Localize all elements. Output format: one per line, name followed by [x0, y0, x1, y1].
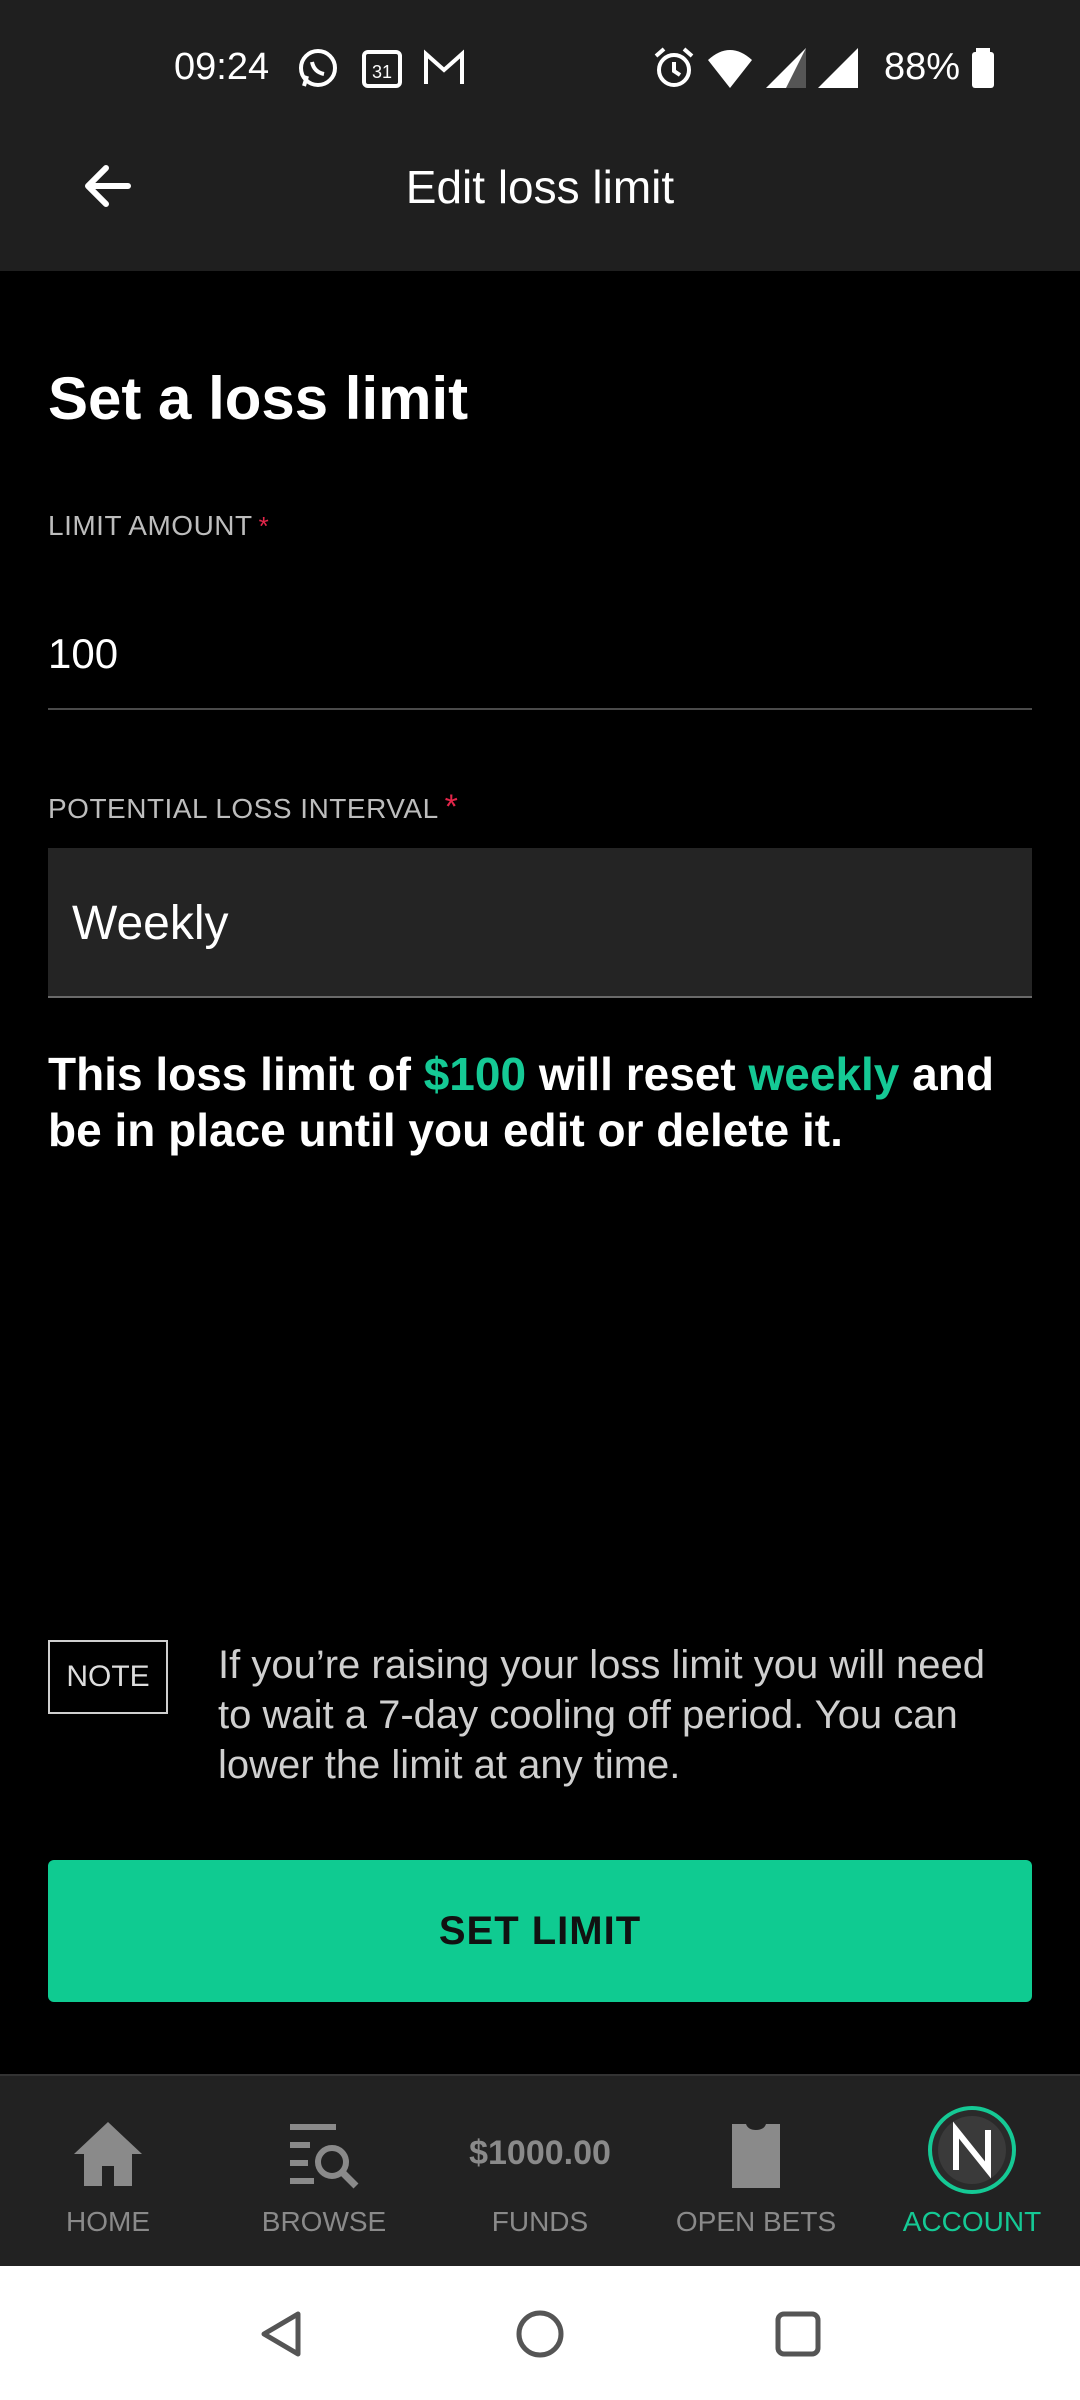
- home-icon: [74, 2122, 142, 2186]
- form-heading: Set a loss limit: [48, 365, 469, 432]
- required-asterisk: *: [258, 511, 270, 541]
- loss-interval-value: Weekly: [72, 897, 229, 950]
- summary-amount: $100: [423, 1048, 527, 1100]
- loss-interval-label-text: POTENTIAL LOSS INTERVAL: [48, 793, 439, 824]
- nav-account[interactable]: ACCOUNT: [864, 2074, 1080, 2266]
- summary-text-2: will reset: [526, 1048, 749, 1100]
- limit-amount-label: LIMIT AMOUNT *: [48, 510, 269, 542]
- system-recents-icon[interactable]: [770, 2306, 826, 2362]
- nav-funds-label: FUNDS: [491, 2206, 589, 2237]
- required-asterisk: *: [444, 788, 459, 826]
- nav-funds[interactable]: $1000.00 FUNDS: [432, 2074, 648, 2266]
- battery-percent: 88%: [884, 46, 961, 88]
- whatsapp-icon: [299, 49, 337, 87]
- nav-home[interactable]: HOME: [0, 2074, 216, 2266]
- signal-r-icon: [766, 48, 806, 88]
- note-text: If you’re raising your loss limit you wi…: [218, 1643, 985, 1787]
- wifi-icon: [708, 50, 752, 88]
- nav-account-label: ACCOUNT: [902, 2206, 1042, 2237]
- note-badge: NOTE: [48, 1640, 168, 1714]
- summary-interval: weekly: [748, 1048, 900, 1100]
- battery-icon: [972, 48, 994, 88]
- set-limit-button[interactable]: SET LIMIT: [48, 1860, 1032, 2002]
- calendar-icon: 31: [362, 50, 402, 88]
- nav-browse[interactable]: BROWSE: [216, 2074, 432, 2266]
- alarm-icon: [654, 47, 694, 87]
- account-avatar-icon: [928, 2106, 1016, 2194]
- nav-open-bets-label: OPEN BETS: [675, 2206, 837, 2237]
- loss-interval-select[interactable]: Weekly: [48, 848, 1032, 998]
- bet-slip-icon: [732, 2124, 780, 2188]
- summary-text-1: This loss limit of: [48, 1048, 424, 1100]
- limit-amount-label-text: LIMIT AMOUNT: [48, 510, 253, 541]
- page-title: Edit loss limit: [405, 161, 675, 213]
- loss-interval-label: POTENTIAL LOSS INTERVAL *: [48, 788, 458, 827]
- system-back-icon[interactable]: [254, 2306, 310, 2362]
- svg-text:31: 31: [372, 62, 392, 82]
- funds-balance: $1000.00: [469, 2134, 611, 2172]
- nav-browse-label: BROWSE: [261, 2206, 387, 2237]
- browse-search-icon: [290, 2124, 359, 2189]
- gmail-icon: [424, 49, 464, 84]
- signal-icon: [818, 48, 858, 88]
- limit-amount-input[interactable]: [48, 600, 1032, 710]
- limit-summary: This loss limit of $100 will reset weekl…: [48, 1046, 1048, 1158]
- status-time: 09:24: [174, 46, 270, 88]
- nav-open-bets[interactable]: OPEN BETS: [648, 2074, 864, 2266]
- nav-home-label: HOME: [66, 2206, 150, 2237]
- system-home-icon[interactable]: [512, 2306, 568, 2362]
